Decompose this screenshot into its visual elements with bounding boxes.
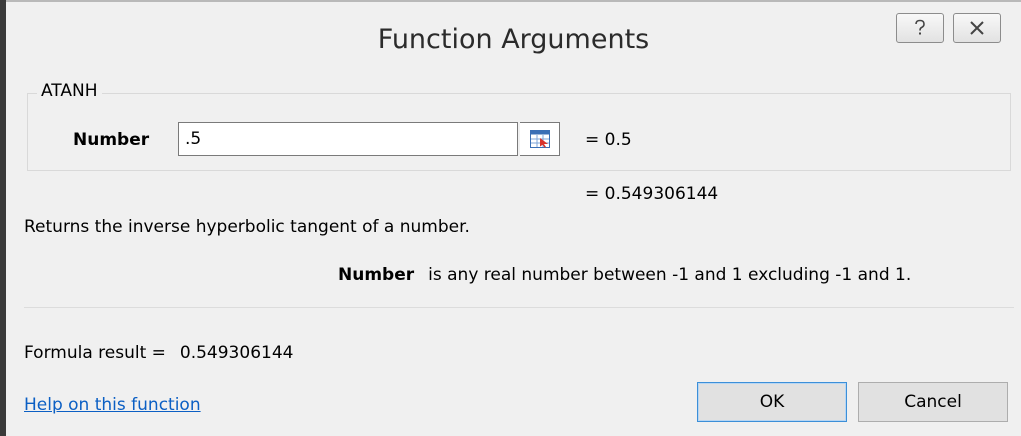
number-argument-input[interactable] — [178, 122, 518, 156]
argument-label: Number — [73, 130, 150, 150]
arguments-group — [27, 93, 1011, 171]
formula-result: Formula result = 0.549306144 — [24, 342, 293, 364]
close-icon — [970, 21, 984, 35]
function-description: Returns the inverse hyperbolic tangent o… — [24, 217, 470, 237]
argument-description-text: is any real number between -1 and 1 excl… — [428, 265, 912, 285]
formula-result-label: Formula result = — [24, 343, 166, 363]
close-button[interactable] — [953, 13, 1001, 43]
dialog-title: Function Arguments — [377, 24, 650, 55]
formula-result-value: 0.549306144 — [179, 343, 294, 363]
question-mark-icon — [915, 19, 925, 35]
argument-description-name: Number — [338, 265, 415, 285]
ok-button[interactable]: OK — [697, 382, 847, 422]
collapse-dialog-button[interactable] — [520, 122, 560, 156]
argument-description: Number is any real number between -1 and … — [338, 264, 911, 286]
argument-evaluated-value: = 0.5 — [585, 130, 632, 150]
function-evaluated-value: = 0.549306144 — [585, 184, 719, 204]
collapse-dialog-icon — [530, 130, 550, 148]
function-name: ATANH — [37, 80, 102, 102]
function-arguments-dialog: Function Arguments ATANH Number = 0.5 = — [0, 0, 1021, 436]
divider — [24, 307, 1014, 308]
title-bar[interactable]: Function Arguments — [6, 0, 1021, 83]
help-on-function-link[interactable]: Help on this function — [24, 394, 201, 416]
help-button[interactable] — [896, 13, 944, 43]
cancel-button[interactable]: Cancel — [858, 382, 1008, 422]
